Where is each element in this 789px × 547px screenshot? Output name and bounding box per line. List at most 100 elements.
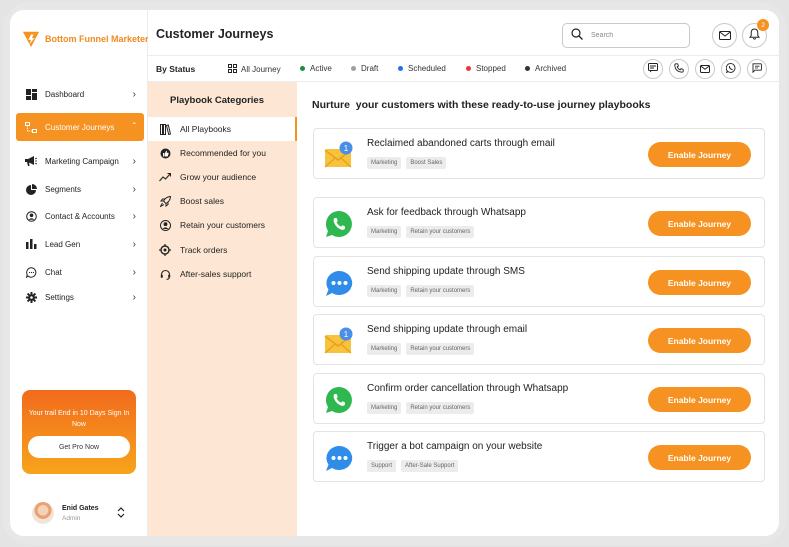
playbook-title: Send shipping update through SMS bbox=[367, 266, 525, 277]
category-recommended[interactable]: Recommended for you bbox=[148, 142, 297, 164]
sms-bubble-icon bbox=[326, 270, 353, 296]
enable-journey-button[interactable]: Enable Journey bbox=[648, 270, 751, 295]
category-grow-audience[interactable]: Grow your audience bbox=[148, 166, 297, 188]
mail-button[interactable] bbox=[712, 23, 737, 48]
filter-archived[interactable]: Archived bbox=[525, 64, 566, 73]
enable-journey-button[interactable]: Enable Journey bbox=[648, 445, 751, 470]
playbook-card: Trigger a bot campaign on your website S… bbox=[313, 431, 765, 482]
channel-whatsapp-button[interactable] bbox=[721, 59, 741, 79]
dashboard-icon bbox=[25, 88, 37, 100]
filter-label: Active bbox=[310, 64, 332, 73]
mail-icon bbox=[700, 60, 710, 78]
sidebar-item-segments[interactable]: Segments › bbox=[16, 176, 144, 202]
filter-active[interactable]: Active bbox=[300, 64, 332, 73]
sidebar-item-contact-accounts[interactable]: Contact & Accounts › bbox=[16, 203, 144, 229]
playbooks-heading: Nurture your customers with these ready-… bbox=[312, 99, 651, 111]
channel-message-button[interactable] bbox=[747, 59, 767, 79]
app-window: Bottom Funnel Marketer Dashboard › Custo… bbox=[10, 10, 779, 536]
channel-phone-button[interactable] bbox=[669, 59, 689, 79]
headset-icon bbox=[159, 268, 171, 280]
playbook-card: 1 Reclaimed abandoned carts through emai… bbox=[313, 128, 765, 179]
playbook-card: Send shipping update through SMS Marketi… bbox=[313, 256, 765, 307]
whatsapp-icon bbox=[725, 60, 736, 78]
phone-icon bbox=[674, 60, 684, 78]
sidebar-item-label: Customer Journeys bbox=[45, 122, 115, 132]
filter-all-journey[interactable]: All Journey bbox=[228, 64, 281, 75]
avatar bbox=[32, 502, 54, 524]
playbook-title: Trigger a bot campaign on your website bbox=[367, 441, 543, 452]
search-box[interactable] bbox=[562, 23, 690, 48]
status-label: By Status bbox=[156, 64, 196, 74]
sidebar-item-label: Segments bbox=[45, 184, 82, 194]
tag: Marketing bbox=[367, 226, 402, 238]
filter-label: Scheduled bbox=[408, 64, 446, 73]
status-dot-scheduled bbox=[398, 66, 403, 71]
category-after-sales-support[interactable]: After-sales support bbox=[148, 263, 297, 285]
playbook-tags: Marketing Retain your customers bbox=[367, 226, 475, 238]
user-circle-icon bbox=[25, 210, 37, 222]
chevron-right-icon: › bbox=[132, 238, 136, 250]
user-role: Admin bbox=[62, 514, 81, 522]
filter-draft[interactable]: Draft bbox=[351, 64, 378, 73]
enable-journey-button[interactable]: Enable Journey bbox=[648, 142, 751, 167]
logo-icon bbox=[22, 31, 40, 48]
trial-promo-card: Your trail End in 10 Days Sign In Now Ge… bbox=[22, 390, 136, 474]
enable-journey-button[interactable]: Enable Journey bbox=[648, 328, 751, 353]
category-label: Recommended for you bbox=[180, 148, 266, 158]
sidebar-item-customer-journeys[interactable]: Customer Journeys ˆ bbox=[16, 113, 144, 141]
notifications-button[interactable]: 2 bbox=[742, 19, 769, 48]
playbook-card: Ask for feedback through Whatsapp Market… bbox=[313, 197, 765, 248]
get-pro-button[interactable]: Get Pro Now bbox=[28, 436, 130, 458]
tag: Retain your customers bbox=[406, 226, 475, 238]
sidebar-item-dashboard[interactable]: Dashboard › bbox=[16, 81, 144, 107]
category-retain-customers[interactable]: Retain your customers bbox=[148, 214, 297, 236]
sidebar-item-chat[interactable]: Chat › bbox=[16, 259, 144, 285]
trial-promo-text: Your trail End in 10 Days Sign In Now bbox=[28, 410, 130, 428]
gear-icon bbox=[25, 291, 37, 303]
filter-scheduled[interactable]: Scheduled bbox=[398, 64, 446, 73]
playbook-card: Confirm order cancellation through Whats… bbox=[313, 373, 765, 424]
chevron-right-icon: › bbox=[132, 291, 136, 303]
playbook-tags: Marketing Retain your customers bbox=[367, 285, 475, 297]
svg-text:1: 1 bbox=[344, 330, 349, 339]
chat-bubble-icon bbox=[25, 266, 37, 278]
tag: Marketing bbox=[367, 343, 402, 355]
search-icon bbox=[571, 27, 583, 45]
playbook-tags: Marketing Boost Sales bbox=[367, 157, 447, 169]
sidebar-item-label: Dashboard bbox=[45, 89, 85, 99]
tag: Boost Sales bbox=[406, 157, 447, 169]
channel-sms-button[interactable] bbox=[643, 59, 663, 79]
sidebar-item-lead-gen[interactable]: Lead Gen › bbox=[16, 231, 144, 257]
chevron-updown-icon[interactable] bbox=[117, 507, 125, 520]
status-dot-stopped bbox=[466, 66, 471, 71]
user-profile[interactable]: Enid Gates Admin bbox=[32, 502, 99, 524]
sidebar-item-marketing-campaign[interactable]: Marketing Campaign › bbox=[16, 148, 144, 174]
brand-logo[interactable]: Bottom Funnel Marketer bbox=[22, 30, 149, 48]
filter-stopped[interactable]: Stopped bbox=[466, 64, 506, 73]
playbook-tags: Support After-Sale Support bbox=[367, 460, 459, 472]
email-envelope-icon: 1 bbox=[324, 141, 353, 168]
category-label: Boost sales bbox=[180, 196, 224, 206]
chevron-right-icon: › bbox=[132, 155, 136, 167]
email-envelope-icon: 1 bbox=[324, 327, 353, 354]
enable-journey-button[interactable]: Enable Journey bbox=[648, 211, 751, 236]
sidebar-item-label: Lead Gen bbox=[45, 239, 81, 249]
message-icon bbox=[752, 60, 762, 78]
enable-journey-button[interactable]: Enable Journey bbox=[648, 387, 751, 412]
person-icon bbox=[159, 219, 171, 231]
tag: After-Sale Support bbox=[401, 460, 459, 472]
status-dot-active bbox=[300, 66, 305, 71]
categories-title: Playbook Categories bbox=[170, 95, 264, 106]
category-track-orders[interactable]: Track orders bbox=[148, 239, 297, 261]
status-dot-draft bbox=[351, 66, 356, 71]
category-boost-sales[interactable]: Boost sales bbox=[148, 190, 297, 212]
category-all-playbooks[interactable]: All Playbooks bbox=[148, 117, 297, 141]
channel-email-button[interactable] bbox=[695, 59, 715, 79]
search-input[interactable] bbox=[591, 32, 681, 39]
playbook-title: Reclaimed abandoned carts through email bbox=[367, 138, 555, 149]
sidebar-item-label: Contact & Accounts bbox=[45, 211, 115, 221]
tag: Marketing bbox=[367, 402, 402, 414]
category-label: Retain your customers bbox=[180, 220, 266, 230]
user-name: Enid Gates bbox=[62, 504, 99, 512]
sidebar-item-settings[interactable]: Settings › bbox=[16, 284, 144, 310]
